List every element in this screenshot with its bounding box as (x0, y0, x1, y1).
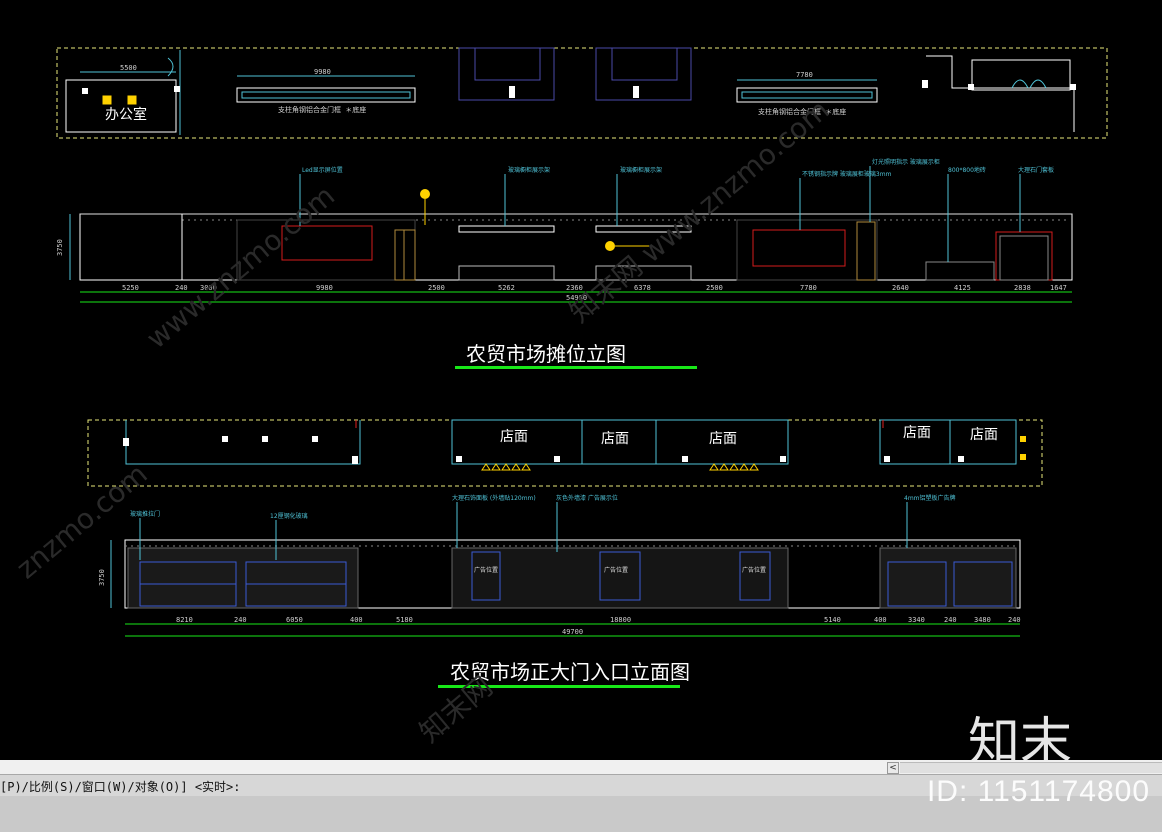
e1-ann-2: 玻璃橱柜展示架 (620, 166, 662, 174)
e1-dim-3: 9980 (316, 284, 333, 292)
e1-total: 54980 (566, 294, 587, 302)
elev2-annotations: 玻璃推拉门 12厘钢化玻璃 大理石饰面板 (外墙贴120mm) 灰色外墙漆 广告… (130, 494, 956, 520)
stone-wall-right (879, 547, 1017, 609)
e2-ann-0: 玻璃推拉门 (130, 510, 160, 518)
plan-2-boundary (87, 419, 1043, 487)
e2-ad-2: 广告位置 (742, 566, 766, 574)
shop-label-4: 店面 (903, 425, 931, 441)
scroll-track[interactable] (900, 762, 1162, 773)
e2-dim-6: 5140 (824, 616, 841, 624)
e1-dim-7: 6378 (634, 284, 651, 292)
elev2-dims: 8210 240 6050 400 5180 18800 5140 400 33… (176, 616, 1021, 636)
plan-1: 5500 9980 支柱角钢铝合金门框 ＊底座 7780 支柱角钢铝合金门框 ＊… (56, 47, 1108, 139)
e2-dim-5: 18800 (610, 616, 631, 624)
image-id: ID: 1151174800 (926, 775, 1150, 808)
e1-ann-5: 800*800地砖 (948, 166, 986, 174)
plan1-dim-9980: 9980 (314, 68, 331, 76)
e1-dim-1: 240 (175, 284, 188, 292)
e1-dim-4: 2500 (428, 284, 445, 292)
plan1-note-1: 支柱角钢铝合金门框 ＊底座 (278, 105, 366, 114)
elev1-title-underline (455, 366, 697, 369)
e1-dim-5: 5262 (498, 284, 515, 292)
led-screen-1 (281, 225, 373, 261)
elev2-title: 农贸市场正大门入口立面图 (450, 660, 690, 684)
plan-1-boundary (56, 47, 1108, 139)
e2-dim-4: 5180 (396, 616, 413, 624)
e2-dim-1: 240 (234, 616, 247, 624)
e2-dim-8: 3340 (908, 616, 925, 624)
e1-dim-0: 5250 (122, 284, 139, 292)
e1-ann-3: 不锈钢指示牌 玻璃展柜玻璃3mm (802, 170, 892, 178)
shop-label-3: 店面 (709, 431, 737, 447)
elev2-height: 3750 (98, 569, 106, 586)
e2-dim-9: 240 (944, 616, 957, 624)
e1-dim-10: 2640 (892, 284, 909, 292)
e1-dim-6: 2360 (566, 284, 583, 292)
e2-ann-3: 灰色外墙漆 广告展示位 (556, 494, 618, 502)
scroll-left-arrow-icon[interactable]: < (887, 762, 899, 774)
e1-dim-12: 2838 (1014, 284, 1031, 292)
horizontal-scrollbar[interactable]: < (0, 760, 1162, 775)
e1-ann-6: 大理石门套板 (1018, 166, 1054, 174)
e2-ann-4: 4mm铝塑板广告牌 (904, 494, 956, 502)
drawing-svg: 5500 9980 支柱角钢铝合金门框 ＊底座 7780 支柱角钢铝合金门框 ＊… (56, 47, 1108, 637)
e1-ann-0: Led显示屏位置 (302, 166, 343, 174)
e2-ad-0: 广告位置 (474, 566, 498, 574)
elev2-title-underline (438, 685, 680, 688)
e2-dim-2: 6050 (286, 616, 303, 624)
e2-ann-2: 大理石饰面板 (外墙贴120mm) (452, 494, 536, 502)
counter-2 (736, 87, 878, 103)
e1-dim-9: 7780 (800, 284, 817, 292)
marble-door (995, 231, 1053, 281)
e1-dim-11: 4125 (954, 284, 971, 292)
stone-wall-left (127, 547, 359, 609)
e1-dim-8: 2500 (706, 284, 723, 292)
e2-ad-1: 广告位置 (604, 566, 628, 574)
elev1-dims: 5250 240 3000 9980 2500 5262 2360 6378 2… (122, 284, 1067, 302)
shop-label-5: 店面 (970, 427, 998, 443)
elevation-1 (69, 166, 1073, 303)
e1-dim-13: 1647 (1050, 284, 1067, 292)
plan1-note-2: 支柱角钢铝合金门框 ＊底座 (758, 107, 846, 116)
e2-dim-10: 3480 (974, 616, 991, 624)
e2-dim-3: 400 (350, 616, 363, 624)
counter-1 (236, 87, 416, 103)
led-screen-2 (752, 229, 846, 267)
elev1-title: 农贸市场摊位立图 (466, 342, 626, 366)
light-2 (605, 241, 615, 251)
cad-drawing-canvas[interactable]: 5500 9980 支柱角钢铝合金门框 ＊底座 7780 支柱角钢铝合金门框 ＊… (0, 0, 1162, 760)
e1-ann-1: 玻璃橱柜展示架 (508, 166, 550, 174)
command-prompt-text: [P)/比例(S)/窗口(W)/对象(O)] <实时>: (0, 780, 241, 794)
office-fixture-1 (102, 95, 112, 105)
e2-total: 49700 (562, 628, 583, 636)
right-room (971, 59, 1071, 91)
elev1-height: 3750 (56, 239, 64, 256)
e1-dim-2: 3000 (200, 284, 217, 292)
plan1-dim-7780: 7780 (796, 71, 813, 79)
stone-wall-center (451, 547, 789, 609)
elev1-annotations: Led显示屏位置 玻璃橱柜展示架 玻璃橱柜展示架 不锈钢指示牌 玻璃展柜玻璃3m… (302, 158, 1054, 178)
plan1-dim-5500: 5500 (120, 64, 137, 72)
plan-2 (87, 419, 1043, 487)
office-fixture-2 (127, 95, 137, 105)
e2-dim-7: 400 (874, 616, 887, 624)
office-label: 办公室 (105, 107, 147, 123)
shop-label-2: 店面 (601, 431, 629, 447)
elev1-frame (79, 213, 1073, 281)
shop-label-1: 店面 (500, 429, 528, 445)
light-1 (420, 189, 430, 199)
e2-dim-11: 240 (1008, 616, 1021, 624)
e2-dim-0: 8210 (176, 616, 193, 624)
e1-ann-4: 灯光照明指示 玻璃展示柜 (872, 158, 940, 166)
e2-ann-1: 12厘钢化玻璃 (270, 512, 308, 520)
